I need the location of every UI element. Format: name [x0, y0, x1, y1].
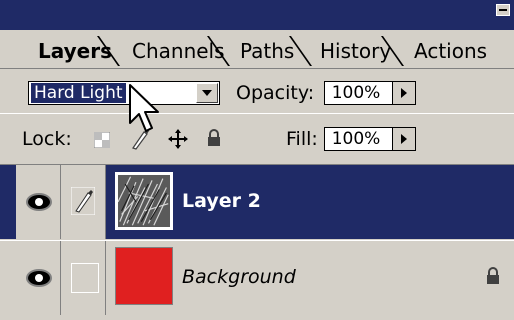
panel-menu-icon[interactable]	[496, 4, 510, 16]
blend-controls: Hard Light Opacity: 100%	[0, 69, 514, 114]
layer-name[interactable]: Background	[182, 265, 296, 289]
lock-controls: Lock: Fill: 100%	[0, 114, 514, 165]
lock-icon	[487, 267, 499, 284]
blend-mode-value: Hard Light	[30, 82, 127, 104]
layer-thumbnail	[115, 172, 173, 230]
eye-icon[interactable]	[26, 193, 52, 211]
layer-name[interactable]: Layer 2	[182, 189, 261, 213]
eye-icon[interactable]	[26, 269, 52, 287]
visibility-cell[interactable]	[16, 241, 61, 315]
stepper-arrow-icon[interactable]	[392, 82, 415, 104]
arrow-cursor-icon	[129, 84, 159, 132]
stepper-arrow-icon[interactable]	[392, 128, 415, 150]
dropdown-arrow-icon[interactable]	[196, 83, 218, 103]
fill-value: 100%	[331, 129, 381, 149]
tab-actions[interactable]: Actions	[414, 36, 487, 66]
tab-history[interactable]: History	[320, 36, 391, 66]
fill-label: Fill:	[286, 128, 318, 150]
lock-transparent-icon[interactable]	[94, 132, 110, 148]
layer-row-background[interactable]: Background	[0, 240, 514, 315]
panel-tabs: Layers Channels Paths History Actions	[0, 30, 514, 69]
brush-link-icon	[71, 187, 95, 215]
tab-paths[interactable]: Paths	[240, 36, 294, 66]
opacity-field[interactable]: 100%	[324, 81, 416, 105]
lock-all-icon[interactable]	[206, 129, 222, 147]
lock-label: Lock:	[22, 128, 72, 150]
opacity-label: Opacity:	[236, 82, 315, 104]
visibility-cell[interactable]	[16, 165, 61, 239]
opacity-value: 100%	[331, 83, 381, 103]
lock-position-icon[interactable]	[168, 129, 188, 149]
blend-mode-select[interactable]: Hard Light	[28, 81, 220, 105]
panel-title-bar	[0, 0, 514, 30]
layer-row-layer-2[interactable]: Layer 2	[0, 165, 514, 239]
link-cell[interactable]	[61, 241, 106, 315]
link-checkbox[interactable]	[71, 263, 99, 293]
fill-field[interactable]: 100%	[324, 127, 416, 151]
layer-thumbnail	[115, 247, 173, 305]
link-cell[interactable]	[61, 165, 106, 239]
